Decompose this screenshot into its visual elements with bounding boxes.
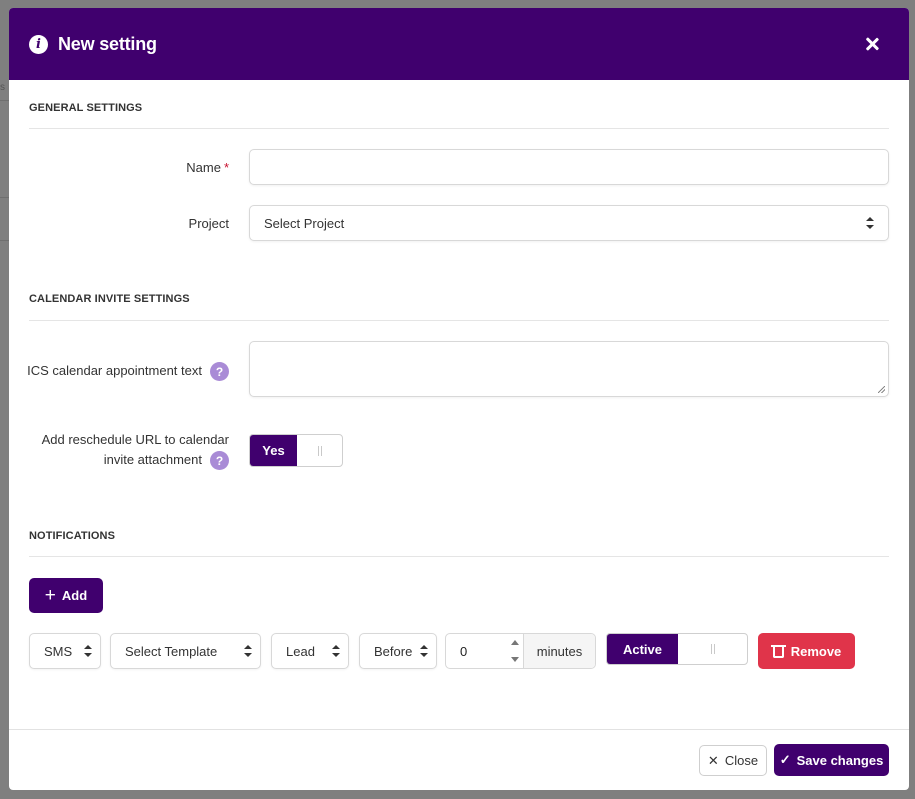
- project-label: Project: [188, 216, 229, 231]
- reschedule-url-label-line2: invite attachment: [103, 452, 202, 467]
- close-icon: ✕: [707, 752, 719, 768]
- select-arrows-icon: [866, 217, 874, 229]
- timing-select[interactable]: Before: [359, 633, 437, 669]
- backdrop-divider: [0, 197, 9, 198]
- close-button[interactable]: ✕ Close: [699, 745, 767, 776]
- new-setting-modal: i New setting GENERAL SETTINGS Name * Pro…: [9, 8, 909, 790]
- help-icon[interactable]: ?: [210, 362, 229, 382]
- section-divider: [29, 320, 889, 321]
- section-divider: [29, 128, 889, 129]
- grip-icon: [317, 445, 322, 456]
- section-divider: [29, 556, 889, 557]
- spinner-arrows-icon[interactable]: [510, 637, 521, 665]
- check-icon: ✓: [779, 752, 791, 767]
- backdrop-divider: [0, 100, 9, 101]
- ics-text-label: ICS calendar appointment text?: [27, 361, 229, 382]
- close-icon[interactable]: [863, 35, 881, 53]
- backdrop-text-fragment: s: [0, 82, 5, 93]
- toggle-handle[interactable]: [678, 634, 747, 664]
- template-select[interactable]: Select Template: [110, 633, 261, 669]
- resize-handle-icon[interactable]: [878, 386, 885, 393]
- channel-select-value: SMS: [44, 643, 73, 659]
- select-arrows-icon: [420, 645, 428, 657]
- offset-number-input[interactable]: 0: [446, 634, 524, 668]
- footer-divider: [9, 729, 909, 730]
- save-changes-button[interactable]: ✓ Save changes: [774, 744, 889, 776]
- offset-unit-addon: minutes: [524, 634, 595, 668]
- toggle-on-label: Active: [607, 634, 678, 664]
- help-icon[interactable]: ?: [210, 451, 229, 471]
- modal-header: i New setting: [9, 8, 909, 80]
- name-input[interactable]: [249, 149, 889, 185]
- plus-icon: +: [44, 585, 56, 606]
- name-label-text: Name: [186, 160, 221, 175]
- name-label: Name *: [186, 158, 229, 178]
- required-mark: *: [223, 160, 229, 175]
- reschedule-url-label-line1: Add reschedule URL to calendar: [41, 432, 229, 447]
- remove-notification-button[interactable]: Remove: [758, 633, 855, 669]
- add-notification-button[interactable]: + Add: [29, 578, 103, 613]
- timing-select-value: Before: [374, 643, 413, 659]
- ics-text-label-text: ICS calendar appointment text: [27, 363, 202, 378]
- select-arrows-icon: [332, 645, 340, 657]
- recipient-select-value: Lead: [286, 643, 315, 659]
- reschedule-url-label-line2-wrap: invite attachment?: [42, 450, 229, 471]
- grip-icon: [710, 644, 715, 654]
- add-button-label: Add: [61, 588, 88, 603]
- toggle-handle[interactable]: [297, 435, 342, 466]
- select-arrows-icon: [244, 645, 252, 657]
- project-select[interactable]: Select Project: [249, 205, 889, 241]
- toggle-on-label: Yes: [250, 435, 297, 466]
- channel-select[interactable]: SMS: [29, 633, 101, 669]
- info-icon: i: [29, 34, 48, 54]
- section-title-general: GENERAL SETTINGS: [29, 102, 143, 114]
- ics-text-textarea[interactable]: [249, 341, 889, 397]
- save-button-label: Save changes: [796, 752, 884, 768]
- section-title-calendar: CALENDAR INVITE SETTINGS: [29, 293, 190, 305]
- section-title-notifications: NOTIFICATIONS: [29, 530, 116, 542]
- offset-value: 0: [460, 643, 468, 659]
- backdrop-divider: [0, 240, 9, 241]
- trash-icon: [770, 644, 786, 659]
- offset-input-group: 0 minutes: [445, 633, 596, 669]
- template-select-value: Select Template: [125, 643, 218, 659]
- reschedule-url-toggle[interactable]: Yes: [249, 434, 343, 467]
- modal-title: New setting: [58, 33, 157, 54]
- recipient-select[interactable]: Lead: [271, 633, 349, 669]
- remove-button-label: Remove: [790, 643, 842, 659]
- notification-active-toggle[interactable]: Active: [606, 633, 748, 665]
- reschedule-url-label: Add reschedule URL to calendar invite at…: [41, 430, 229, 471]
- close-button-label: Close: [724, 753, 759, 768]
- select-arrows-icon: [84, 645, 92, 657]
- project-select-value: Select Project: [264, 215, 345, 231]
